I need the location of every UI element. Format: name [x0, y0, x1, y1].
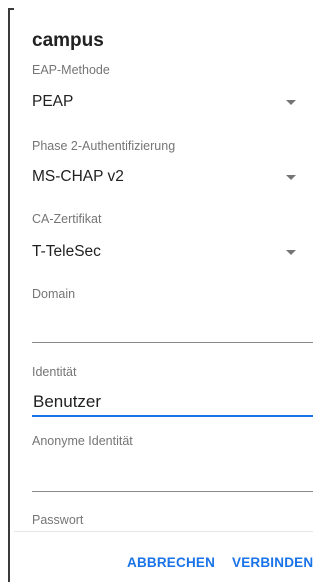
- background-edge: [8, 8, 10, 582]
- footer-divider: [14, 531, 313, 532]
- phase2-select[interactable]: MS-CHAP v2: [32, 168, 124, 186]
- anonymous-identity-underline: [32, 491, 313, 492]
- ca-cert-select[interactable]: T-TeleSec: [32, 243, 101, 261]
- cancel-button[interactable]: ABBRECHEN: [127, 555, 215, 570]
- wifi-config-screen: campus EAP-Methode PEAP Phase 2-Authenti…: [0, 0, 313, 582]
- network-name-title: campus: [32, 30, 104, 51]
- anonymous-identity-label: Anonyme Identität: [32, 434, 133, 448]
- domain-underline: [32, 342, 313, 343]
- identity-underline: [32, 415, 313, 417]
- identity-label: Identität: [32, 365, 77, 379]
- connect-button[interactable]: VERBINDEN: [232, 555, 313, 570]
- ca-cert-dropdown-icon[interactable]: [286, 250, 296, 255]
- password-label: Passwort: [32, 513, 84, 527]
- eap-method-select[interactable]: PEAP: [32, 93, 73, 111]
- domain-label: Domain: [32, 287, 76, 301]
- eap-method-label: EAP-Methode: [32, 63, 110, 77]
- phase2-label: Phase 2-Authentifizierung: [32, 139, 176, 153]
- eap-method-dropdown-icon[interactable]: [286, 100, 296, 105]
- identity-field[interactable]: [32, 389, 313, 415]
- domain-field[interactable]: [32, 314, 313, 340]
- phase2-dropdown-icon[interactable]: [286, 175, 296, 180]
- anonymous-identity-field[interactable]: [32, 464, 313, 490]
- ca-cert-label: CA-Zertifikat: [32, 212, 102, 226]
